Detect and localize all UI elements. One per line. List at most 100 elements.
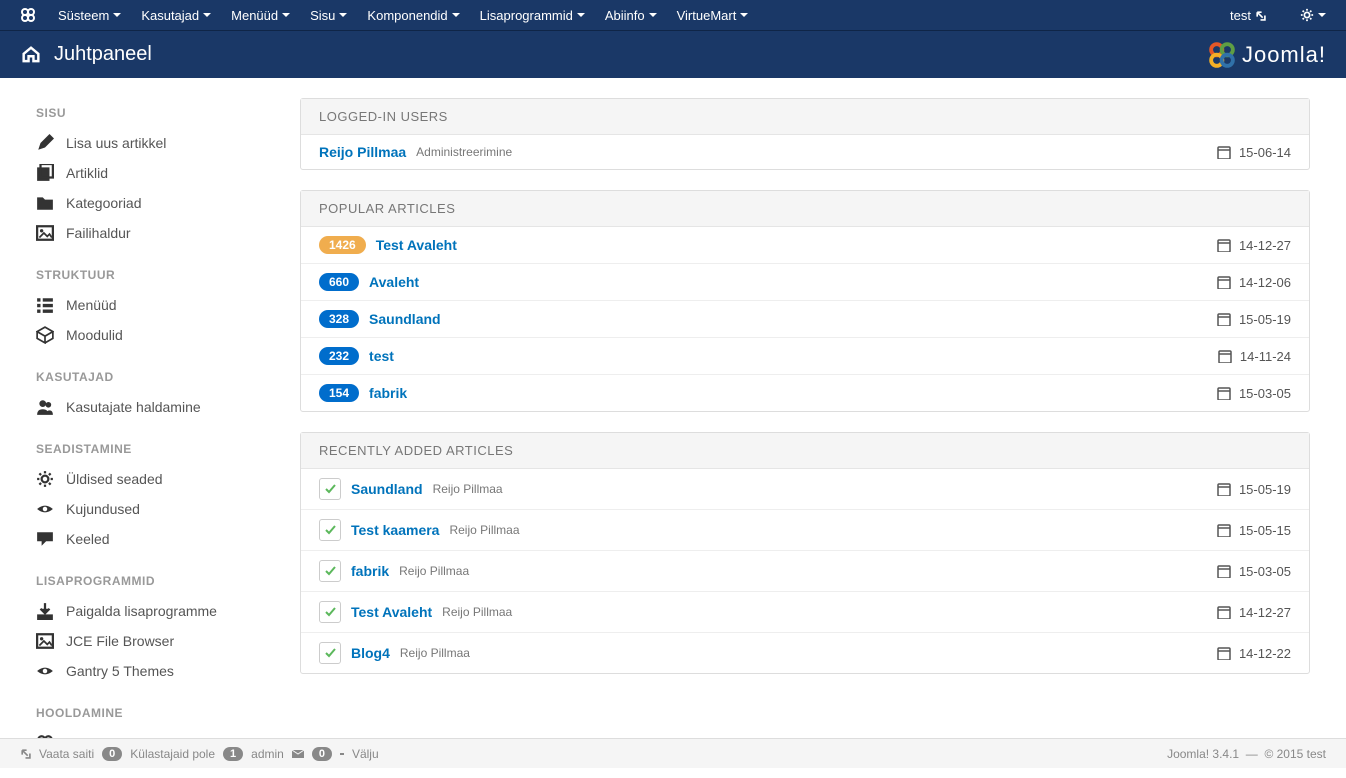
sidebar-item-label: Kategooriad — [66, 195, 142, 211]
recent-article-row: fabrik Reijo Pillmaa15-03-05 — [301, 551, 1309, 592]
sidebar-heading: SISU — [36, 106, 280, 120]
nav-virtuemart[interactable]: VirtueMart — [667, 8, 759, 23]
sidebar-item-gantry-5-themes[interactable]: Gantry 5 Themes — [36, 656, 280, 686]
sidebar-heading: KASUTAJAD — [36, 370, 280, 384]
recent-article-row: Test kaamera Reijo Pillmaa15-05-15 — [301, 510, 1309, 551]
sidebar-item-paigalda-lisaprogramme[interactable]: Paigalda lisaprogramme — [36, 596, 280, 626]
nav-lisaprogrammid[interactable]: Lisaprogrammid — [470, 8, 595, 23]
row-date: 14-12-27 — [1239, 605, 1291, 620]
sidebar-heading: STRUKTUUR — [36, 268, 280, 282]
check-icon — [324, 524, 336, 536]
nav-sisu[interactable]: Sisu — [300, 8, 357, 23]
image-icon — [36, 224, 54, 242]
sidebar-heading: HOOLDAMINE — [36, 706, 280, 720]
sidebar-item-lisa-uus-artikkel[interactable]: Lisa uus artikkel — [36, 128, 280, 158]
gear-icon — [1300, 8, 1314, 22]
sidebar-item-kujundused[interactable]: Kujundused — [36, 494, 280, 524]
nav-label: Süsteem — [58, 8, 109, 23]
main-content: LOGGED-IN USERS Reijo Pillmaa Administre… — [300, 78, 1346, 778]
joomla-icon[interactable] — [20, 7, 36, 23]
visitors-label[interactable]: Külastajaid pole — [130, 747, 215, 761]
user-link[interactable]: Reijo Pillmaa — [319, 144, 406, 160]
article-author: Reijo Pillmaa — [449, 523, 519, 537]
publish-toggle[interactable] — [319, 519, 341, 541]
sidebar-item-kategooriad[interactable]: Kategooriad — [36, 188, 280, 218]
hits-badge: 660 — [319, 273, 359, 291]
panel-logged-in-users: LOGGED-IN USERS Reijo Pillmaa Administre… — [300, 98, 1310, 170]
caret-icon — [577, 13, 585, 17]
sidebar-item-men-d[interactable]: Menüüd — [36, 290, 280, 320]
sidebar-item-kasutajate-haldamine[interactable]: Kasutajate haldamine — [36, 392, 280, 422]
nav-label: Lisaprogrammid — [480, 8, 573, 23]
navbar-right: test — [1220, 8, 1336, 23]
image-icon — [36, 632, 54, 650]
article-link[interactable]: Test kaamera — [351, 522, 439, 538]
panel-heading: POPULAR ARTICLES — [301, 191, 1309, 227]
hits-badge: 154 — [319, 384, 359, 402]
download-icon — [36, 602, 54, 620]
popular-article-row: 154fabrik15-03-05 — [301, 375, 1309, 411]
nav-label: Abiinfo — [605, 8, 645, 23]
calendar-icon — [1217, 523, 1231, 537]
check-icon — [324, 606, 336, 618]
admin-label[interactable]: admin — [251, 747, 284, 761]
sidebar-item--ldised-seaded[interactable]: Üldised seaded — [36, 464, 280, 494]
sidebar-item-label: Üldised seaded — [66, 471, 163, 487]
article-link[interactable]: Avaleht — [369, 274, 419, 290]
hits-badge: 232 — [319, 347, 359, 365]
nav-kasutajad[interactable]: Kasutajad — [131, 8, 221, 23]
recent-article-row: Blog4 Reijo Pillmaa14-12-22 — [301, 633, 1309, 673]
list-icon — [36, 296, 54, 314]
popular-article-row: 660Avaleht14-12-06 — [301, 264, 1309, 301]
article-link[interactable]: Test Avaleht — [351, 604, 432, 620]
calendar-icon — [1217, 564, 1231, 578]
article-link[interactable]: fabrik — [369, 385, 407, 401]
article-link[interactable]: Blog4 — [351, 645, 390, 661]
calendar-icon — [1217, 145, 1231, 159]
sidebar-item-jce-file-browser[interactable]: JCE File Browser — [36, 626, 280, 656]
sidebar-item-keeled[interactable]: Keeled — [36, 524, 280, 554]
sidebar-item-label: JCE File Browser — [66, 633, 174, 649]
nav-user[interactable]: test — [1220, 8, 1276, 23]
article-link[interactable]: Saundland — [351, 481, 423, 497]
recent-article-row: Test Avaleht Reijo Pillmaa14-12-27 — [301, 592, 1309, 633]
nav-settings[interactable] — [1290, 8, 1336, 22]
article-link[interactable]: fabrik — [351, 563, 389, 579]
article-link[interactable]: test — [369, 348, 394, 364]
sidebar-item-label: Failihaldur — [66, 225, 131, 241]
row-date: 15-05-19 — [1239, 312, 1291, 327]
publish-toggle[interactable] — [319, 642, 341, 664]
nav-komponendid[interactable]: Komponendid — [357, 8, 469, 23]
row-date: 15-05-19 — [1239, 482, 1291, 497]
nav-abiinfo[interactable]: Abiinfo — [595, 8, 667, 23]
nav-süsteem[interactable]: Süsteem — [48, 8, 131, 23]
nav-virtuemart-label: VirtueMart — [677, 8, 737, 23]
check-icon — [324, 565, 336, 577]
footer-right: Joomla! 3.4.1 — © 2015 test — [1167, 747, 1326, 761]
sidebar-item-artiklid[interactable]: Artiklid — [36, 158, 280, 188]
publish-toggle[interactable] — [319, 560, 341, 582]
nav-label: Komponendid — [367, 8, 447, 23]
article-link[interactable]: Saundland — [369, 311, 441, 327]
sidebar-item-label: Artiklid — [66, 165, 108, 181]
cog-icon — [36, 470, 54, 488]
row-date: 14-12-22 — [1239, 646, 1291, 661]
sidebar-item-moodulid[interactable]: Moodulid — [36, 320, 280, 350]
mail-icon[interactable] — [292, 749, 304, 759]
sidebar-item-label: Moodulid — [66, 327, 123, 343]
publish-toggle[interactable] — [319, 478, 341, 500]
footer-view-site[interactable]: Vaata saiti — [39, 747, 94, 761]
caret-icon — [113, 13, 121, 17]
nav-menüüd[interactable]: Menüüd — [221, 8, 300, 23]
calendar-icon — [1217, 275, 1231, 289]
nav-label: Kasutajad — [141, 8, 199, 23]
footer-logout[interactable]: Välju — [352, 747, 379, 761]
article-link[interactable]: Test Avaleht — [376, 237, 457, 253]
sidebar-item-label: Menüüd — [66, 297, 117, 313]
sidebar-item-failihaldur[interactable]: Failihaldur — [36, 218, 280, 248]
folder-icon — [36, 194, 54, 212]
hits-badge: 328 — [319, 310, 359, 328]
joomla-logo-text: Joomla! — [1242, 42, 1326, 68]
cube-icon — [36, 326, 54, 344]
publish-toggle[interactable] — [319, 601, 341, 623]
